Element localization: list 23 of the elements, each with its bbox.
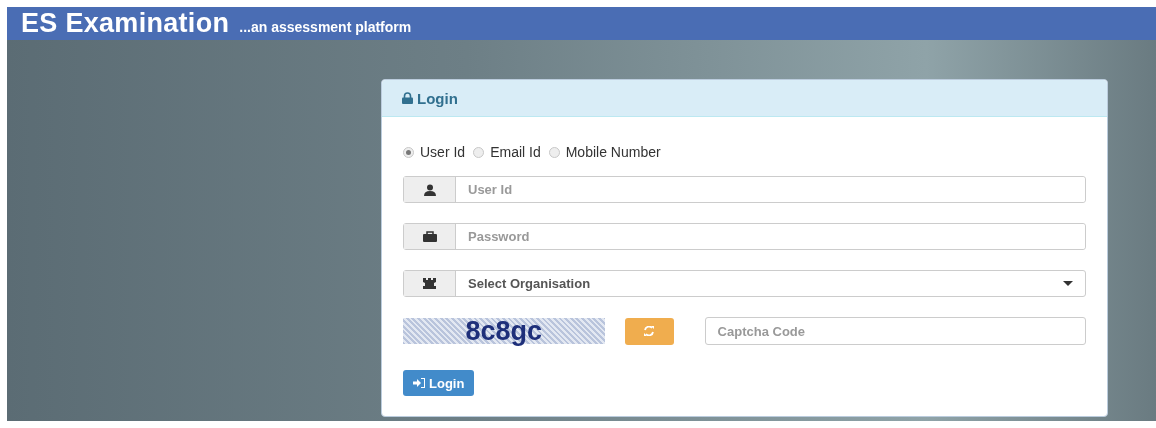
login-type-radio[interactable]: Mobile Number — [548, 144, 661, 160]
sign-in-icon — [413, 378, 426, 388]
captcha-image: 8c8gc — [403, 318, 605, 344]
organisation-select[interactable]: Select Organisation — [403, 270, 1086, 297]
login-type-radio[interactable]: User Id — [403, 144, 466, 160]
lock-icon — [402, 92, 413, 104]
user-id-field[interactable]: User Id — [403, 176, 1086, 203]
password-field[interactable]: Password — [403, 223, 1086, 250]
user-icon — [423, 183, 436, 196]
radio-icon[interactable] — [473, 146, 485, 158]
panel-title-text: Login — [417, 89, 458, 107]
refresh-icon — [643, 326, 656, 336]
refresh-captcha-button[interactable] — [624, 317, 674, 345]
tower-icon — [423, 278, 436, 289]
app-tagline: ...an assessment platform — [239, 18, 412, 35]
app-title: ES Examination — [21, 8, 230, 39]
caret-icon — [1063, 281, 1073, 286]
briefcase-icon — [422, 231, 437, 242]
radio-icon[interactable] — [403, 146, 414, 158]
captcha-field[interactable]: Captcha Code — [704, 317, 1086, 345]
login-button[interactable]: Login — [403, 370, 475, 396]
login-type-radio[interactable]: Email Id — [473, 144, 541, 160]
radio-icon[interactable] — [548, 146, 560, 158]
